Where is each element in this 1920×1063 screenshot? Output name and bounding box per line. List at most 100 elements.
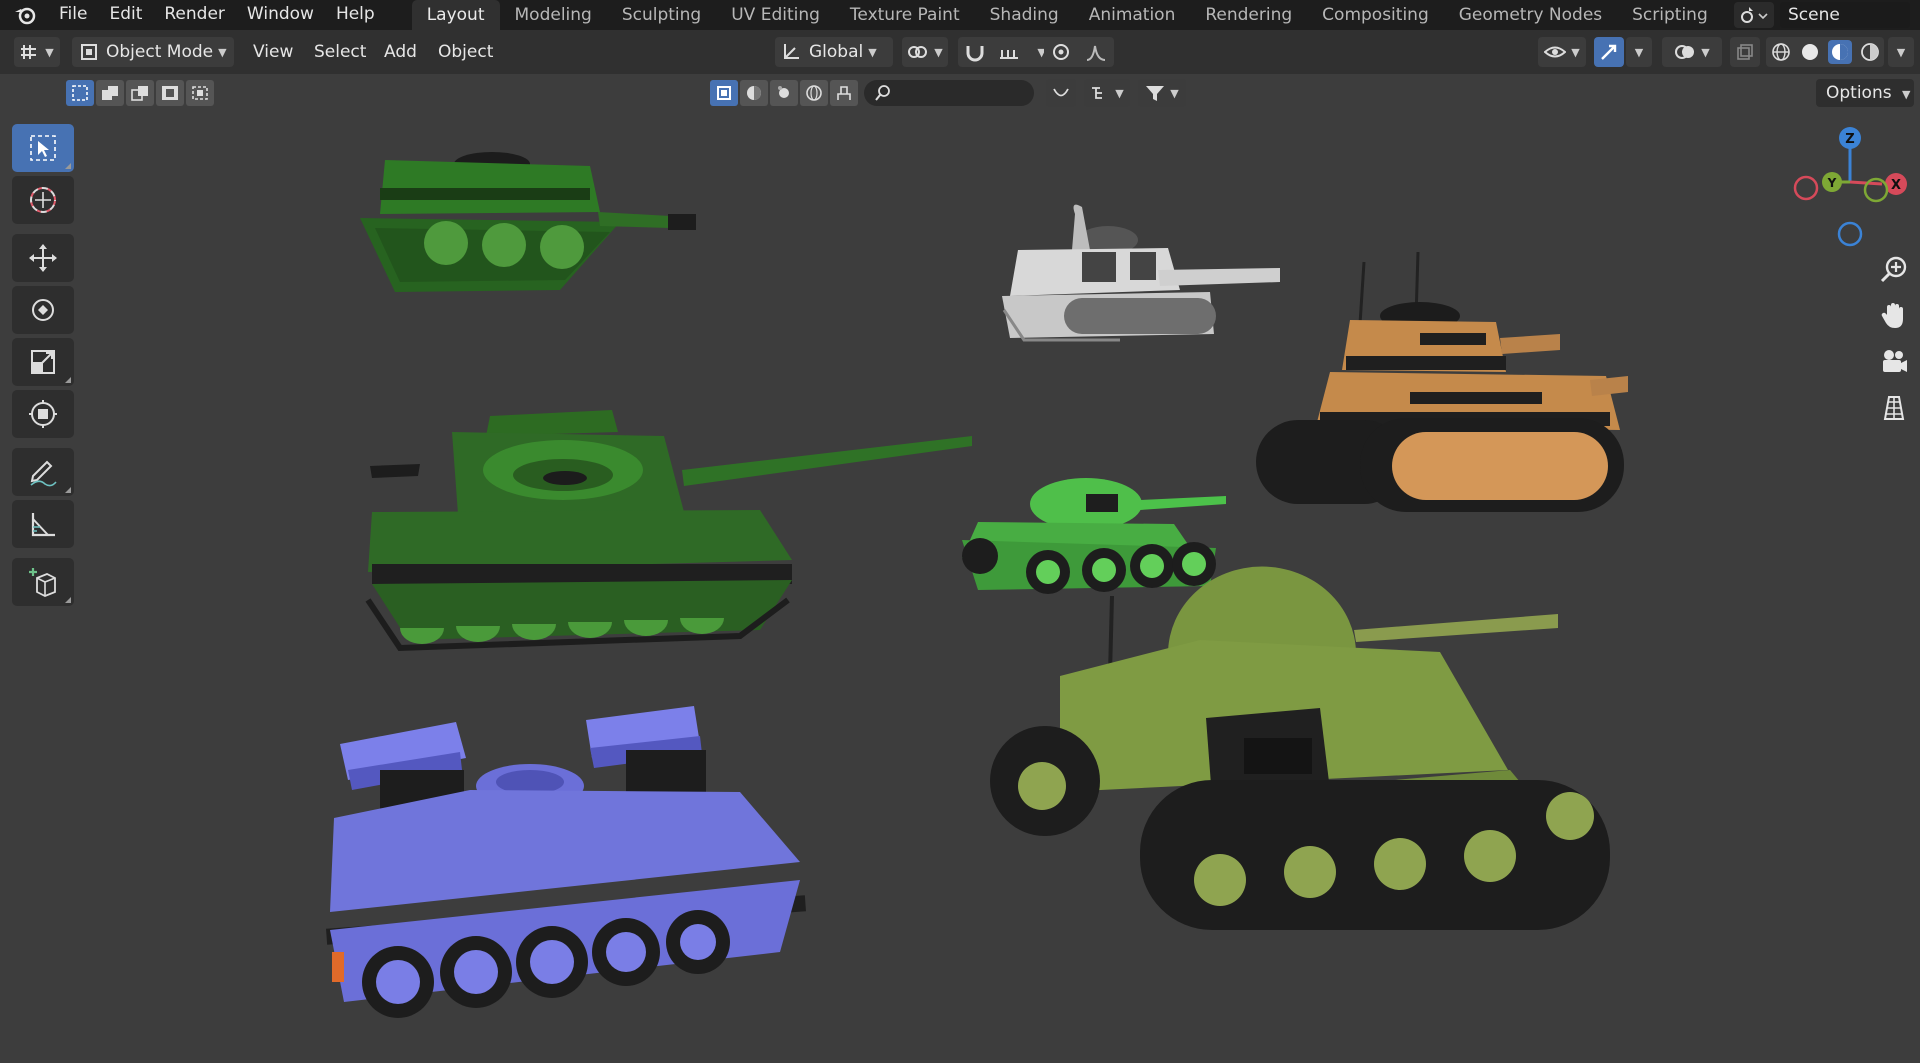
orientation-axes-icon: [784, 44, 799, 59]
select-extend-icon[interactable]: [96, 80, 124, 106]
filter-lights-icon[interactable]: [770, 80, 798, 106]
editor-type-button[interactable]: ▼: [14, 37, 60, 67]
transform-icon: [29, 400, 57, 428]
funnel-icon: [1146, 86, 1165, 101]
move-tool[interactable]: [12, 234, 74, 282]
viewport-search-input[interactable]: [864, 80, 1034, 106]
xray-toggle-button[interactable]: [1730, 37, 1760, 67]
tab-rendering[interactable]: Rendering: [1190, 0, 1307, 30]
zoom-button[interactable]: [1874, 250, 1914, 290]
object-type-filter-group: [710, 80, 858, 108]
scene-browse-icon[interactable]: [1734, 2, 1774, 28]
measure-tool[interactable]: [12, 500, 74, 548]
select-box-tool[interactable]: [12, 124, 74, 172]
select-intersect-icon[interactable]: [186, 80, 214, 106]
scene-name-field[interactable]: Scene: [1780, 2, 1910, 28]
ruler-icon: [31, 513, 55, 537]
light-green-tank[interactable]: [962, 478, 1226, 594]
camera-view-button[interactable]: [1874, 342, 1914, 382]
tab-geometry-nodes[interactable]: Geometry Nodes: [1444, 0, 1617, 30]
filter-material-icon[interactable]: [740, 80, 768, 106]
viewport-header: ▼ Object Mode ▼ View Select Add Object G…: [0, 30, 1920, 74]
add-cube-icon: [29, 568, 56, 597]
gizmo-neg-z-axis[interactable]: [1837, 221, 1863, 247]
menu-window[interactable]: Window: [236, 0, 325, 30]
pivot-point-button[interactable]: ▼: [902, 37, 948, 67]
header-menu-select[interactable]: Select: [314, 37, 366, 67]
tab-layout[interactable]: Layout: [411, 0, 500, 30]
menu-render[interactable]: Render: [153, 0, 236, 30]
tool-options-indicator: [65, 597, 71, 603]
tab-uv-editing[interactable]: UV Editing: [716, 0, 835, 30]
toggle-perspective-button[interactable]: [1874, 388, 1914, 428]
header-menu-add[interactable]: Add: [384, 37, 417, 67]
options-label: Options: [1826, 83, 1892, 103]
tool-options-indicator: [65, 377, 71, 383]
chevron-down-icon: ▼: [45, 45, 54, 59]
menu-help[interactable]: Help: [325, 0, 386, 30]
tab-animation[interactable]: Animation: [1074, 0, 1191, 30]
menu-file[interactable]: File: [48, 0, 98, 30]
material-preview-shading-icon[interactable]: [1827, 40, 1852, 64]
tab-modeling[interactable]: Modeling: [500, 0, 607, 30]
shading-options-button[interactable]: ▼: [1888, 37, 1914, 67]
snapping-group[interactable]: ▼: [958, 37, 1052, 67]
header-menu-view[interactable]: View: [253, 37, 293, 67]
blender-logo-icon[interactable]: [12, 2, 38, 28]
scene-selector: Scene: [1734, 2, 1910, 28]
gizmo-neg-x-axis[interactable]: [1793, 175, 1819, 201]
object-visibility-button[interactable]: ▼: [1538, 37, 1586, 67]
outliner-display-button[interactable]: ▼: [1084, 79, 1130, 107]
rendered-shading-icon[interactable]: [1859, 41, 1881, 63]
gizmo-options-button[interactable]: ▼: [1626, 37, 1652, 67]
curve-filter-button[interactable]: [1046, 79, 1076, 107]
chevron-down-icon: ▼: [1701, 45, 1710, 59]
scale-tool[interactable]: [12, 338, 74, 386]
show-gizmo-button[interactable]: [1594, 37, 1624, 67]
select-invert-icon[interactable]: [156, 80, 184, 106]
tab-sculpting[interactable]: Sculpting: [607, 0, 716, 30]
left-toolbar: [12, 124, 74, 610]
link-icon: [908, 46, 928, 58]
navigation-gizmo[interactable]: Z X Y: [1790, 118, 1910, 248]
wireframe-shading-icon[interactable]: [1770, 41, 1792, 63]
cursor-tool[interactable]: [12, 176, 74, 224]
pan-button[interactable]: [1874, 296, 1914, 336]
blue-rocket-tank[interactable]: [326, 706, 806, 1018]
select-subtract-icon[interactable]: [126, 80, 154, 106]
olive-tank[interactable]: [990, 566, 1610, 930]
chevron-down-icon: ▼: [868, 45, 877, 59]
tool-options-indicator: [65, 163, 71, 169]
tab-shading[interactable]: Shading: [975, 0, 1074, 30]
options-dropdown[interactable]: Options ▼: [1816, 79, 1914, 107]
3d-viewport[interactable]: [0, 74, 1920, 1063]
filter-paint-icon[interactable]: [830, 80, 858, 106]
orange-tank[interactable]: [1256, 251, 1628, 512]
filter-world-icon[interactable]: [800, 80, 828, 106]
zoom-in-icon: [1880, 256, 1907, 283]
dark-green-tank[interactable]: [360, 152, 696, 292]
annotate-tool[interactable]: [12, 448, 74, 496]
transform-orientation-dropdown[interactable]: Global ▼: [775, 37, 893, 67]
filter-object-icon[interactable]: [710, 80, 738, 106]
rotate-tool[interactable]: [12, 286, 74, 334]
add-cube-tool[interactable]: [12, 558, 74, 606]
overlays-button[interactable]: ▼: [1662, 37, 1722, 67]
shading-mode-group[interactable]: [1766, 37, 1884, 67]
header-menu-object[interactable]: Object: [438, 37, 493, 67]
proportional-editing-group[interactable]: [1044, 37, 1114, 67]
object-mode-dropdown[interactable]: Object Mode ▼: [72, 37, 234, 67]
chevron-down-icon: ▼: [1896, 45, 1906, 59]
menu-edit[interactable]: Edit: [98, 0, 153, 30]
tab-compositing[interactable]: Compositing: [1307, 0, 1444, 30]
white-tank[interactable]: [1002, 204, 1280, 342]
tab-scripting[interactable]: Scripting: [1617, 0, 1723, 30]
large-green-tank[interactable]: [365, 410, 972, 652]
solid-shading-icon[interactable]: [1799, 41, 1821, 63]
editor-type-icon: [21, 45, 37, 59]
tab-texture-paint[interactable]: Texture Paint: [835, 0, 975, 30]
filter-button[interactable]: ▼: [1138, 79, 1186, 107]
transform-tool[interactable]: [12, 390, 74, 438]
overlays-icon: [1675, 45, 1695, 59]
select-new-icon[interactable]: [66, 80, 94, 106]
